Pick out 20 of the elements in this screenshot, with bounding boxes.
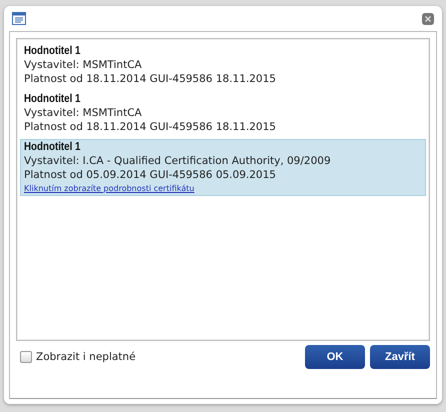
close-button[interactable] xyxy=(422,12,434,24)
window-icon xyxy=(12,12,26,25)
certificate-item[interactable]: Hodnotitel 1 Vystavitel: MSMTintCA Platnost od 18.11.2014 GUI-459586 18.11.2015 xyxy=(20,43,426,88)
certificate-item[interactable]: Hodnotitel 1 Vystavitel: I.CA - Qualified Certification Authority, 09/2009 Platnost od 05.09.2014 GUI-459586 05.09.2015 Kliknutím zobrazíte podrobnosti certifikátu xyxy=(20,139,426,196)
checkbox[interactable] xyxy=(20,351,32,363)
close-icon xyxy=(424,14,432,22)
issuer-text: Vystavitel: I.CA - Qualified Certification Authority, 09/2009 xyxy=(24,155,332,167)
certificate-item[interactable]: Hodnotitel 1 Vystavitel: MSMTintCA Platnost od 18.11.2014 GUI-459586 18.11.2015 xyxy=(20,91,426,136)
validity-text: Platnost od 05.09.2014 GUI-459586 05.09.2015 xyxy=(24,169,277,181)
checkbox-label: Zobrazit i neplatné xyxy=(36,351,136,363)
validity-text: Platnost od 18.11.2014 GUI-459586 18.11.2015 xyxy=(24,121,277,133)
issuer-text: Vystavitel: MSMTintCA xyxy=(24,59,143,71)
ok-button[interactable]: OK xyxy=(305,345,365,369)
certificate-title: Hodnotitel 1 xyxy=(24,141,82,153)
certificate-title: Hodnotitel 1 xyxy=(24,45,82,57)
details-link[interactable]: Kliknutím zobrazíte podrobnosti certifikátu xyxy=(24,184,194,193)
issuer-text: Vystavitel: MSMTintCA xyxy=(24,107,143,119)
close-dialog-button[interactable]: Zavřít xyxy=(370,345,430,369)
validity-text: Platnost od 18.11.2014 GUI-459586 18.11.2015 xyxy=(24,73,277,85)
certificate-title: Hodnotitel 1 xyxy=(24,93,82,105)
